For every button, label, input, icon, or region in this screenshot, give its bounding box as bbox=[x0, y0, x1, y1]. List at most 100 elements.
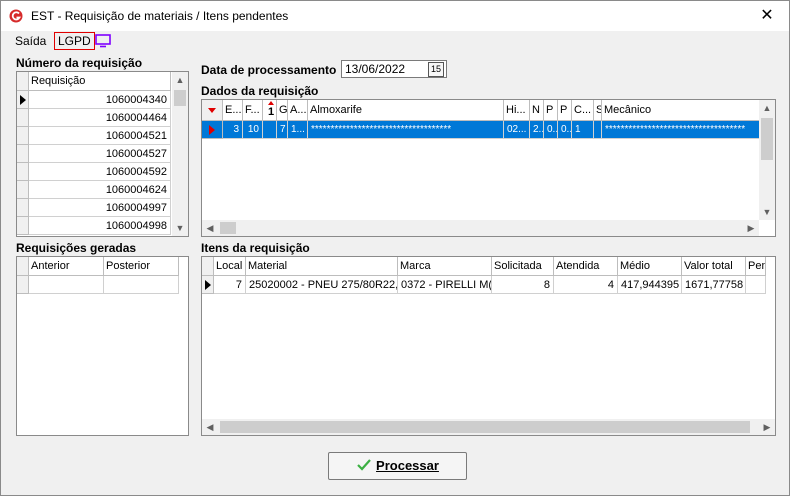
table-row[interactable]: 1060004527 bbox=[29, 145, 171, 163]
cell-anterior[interactable] bbox=[29, 276, 104, 294]
table-row[interactable]: 1060004340 bbox=[29, 91, 171, 109]
scroll-left-icon[interactable]: ◀ bbox=[202, 419, 218, 435]
monitor-icon[interactable] bbox=[95, 34, 111, 48]
scroll-thumb[interactable] bbox=[220, 421, 750, 433]
dados-cell-hi[interactable]: 02... bbox=[504, 121, 530, 139]
col-header-a[interactable]: A... bbox=[288, 100, 308, 121]
data-processamento-input[interactable]: 13/06/2022 15 bbox=[341, 60, 447, 78]
scroll-right-icon[interactable]: ▶ bbox=[759, 419, 775, 435]
dados-cell-a[interactable]: 1... bbox=[288, 121, 308, 139]
indicator-header bbox=[202, 257, 214, 276]
itens-cell-material[interactable]: 25020002 - PNEU 275/80R22, bbox=[246, 276, 398, 294]
col-header-pen[interactable]: Pen bbox=[746, 257, 766, 276]
col-header-almoxarife[interactable]: Almoxarife bbox=[308, 100, 504, 121]
col-header-sort[interactable]: 1 bbox=[263, 100, 277, 121]
col-header-local[interactable]: Local bbox=[214, 257, 246, 276]
scroll-down-icon[interactable]: ▼ bbox=[759, 204, 775, 220]
app-logo-icon bbox=[9, 9, 23, 23]
col-header-f[interactable]: F... bbox=[243, 100, 263, 121]
sort-1-icon[interactable]: 1 bbox=[265, 100, 277, 121]
col-header-anterior[interactable]: Anterior bbox=[29, 257, 104, 276]
dados-cell-p1[interactable]: 0... bbox=[544, 121, 558, 139]
cell-posterior[interactable] bbox=[104, 276, 179, 294]
svg-text:1: 1 bbox=[268, 106, 274, 118]
col-header-hi[interactable]: Hi... bbox=[504, 100, 530, 121]
current-row-arrow-icon bbox=[205, 280, 211, 290]
itens-cell-solicitada[interactable]: 8 bbox=[492, 276, 554, 294]
row-indicator bbox=[17, 181, 29, 199]
col-header-e[interactable]: E... bbox=[223, 100, 243, 121]
table-row[interactable]: 1060004464 bbox=[29, 109, 171, 127]
itens-cell-medio[interactable]: 417,944395 bbox=[618, 276, 682, 294]
col-header-mecanico[interactable]: Mecânico bbox=[602, 100, 762, 121]
dados-cell-n[interactable]: 2... bbox=[530, 121, 544, 139]
col-header-n[interactable]: N bbox=[530, 100, 544, 121]
dados-cell-sort[interactable] bbox=[263, 121, 277, 139]
col-header-requisicao[interactable]: Requisição bbox=[29, 72, 171, 91]
requisicoes-geradas-label: Requisições geradas bbox=[16, 241, 137, 255]
table-row[interactable]: 1060004521 bbox=[29, 127, 171, 145]
col-header-valor-total[interactable]: Valor total bbox=[682, 257, 746, 276]
dados-cell-e[interactable]: 3 bbox=[223, 121, 243, 139]
processar-label: Processar bbox=[376, 458, 439, 473]
title-bar: EST - Requisição de materiais / Itens pe… bbox=[1, 1, 789, 31]
table-row[interactable]: 1060004592 bbox=[29, 163, 171, 181]
requisicoes-geradas-grid: Anterior Posterior bbox=[16, 256, 189, 436]
col-header-g[interactable]: G bbox=[277, 100, 288, 121]
itens-cell-pen[interactable] bbox=[746, 276, 766, 294]
processar-button[interactable]: Processar bbox=[328, 452, 467, 480]
scroll-up-icon[interactable]: ▲ bbox=[759, 100, 775, 116]
itens-hscroll[interactable]: ◀ ▶ bbox=[202, 419, 775, 435]
dados-cell-c[interactable]: 1 bbox=[572, 121, 594, 139]
scroll-thumb[interactable] bbox=[220, 222, 236, 234]
indicator-header bbox=[17, 257, 29, 276]
col-header-marca[interactable]: Marca bbox=[398, 257, 492, 276]
itens-cell-local[interactable]: 7 bbox=[214, 276, 246, 294]
itens-requisicao-label: Itens da requisição bbox=[201, 241, 310, 255]
itens-requisicao-grid: Local Material Marca Solicitada Atendida Médi… bbox=[201, 256, 776, 436]
scroll-thumb[interactable] bbox=[761, 118, 773, 160]
table-row[interactable]: 1060004998 bbox=[29, 217, 171, 235]
itens-cell-atendida[interactable]: 4 bbox=[554, 276, 618, 294]
menu-saida[interactable]: Saída bbox=[15, 34, 46, 48]
itens-cell-marca[interactable]: 0372 - PIRELLI M( bbox=[398, 276, 492, 294]
dados-hscroll[interactable]: ◀ ▶ bbox=[202, 220, 759, 236]
scroll-right-icon[interactable]: ▶ bbox=[743, 220, 759, 236]
calendar-icon[interactable]: 15 bbox=[428, 62, 444, 77]
dados-vscroll[interactable]: ▲ ▼ bbox=[759, 100, 775, 220]
row-indicator bbox=[17, 163, 29, 181]
menu-lgpd[interactable]: LGPD bbox=[54, 32, 95, 50]
itens-cell-valor-total[interactable]: 1671,77758 bbox=[682, 276, 746, 294]
scroll-thumb[interactable] bbox=[174, 90, 186, 106]
dados-cell-g[interactable]: 7 bbox=[277, 121, 288, 139]
dados-cell-s[interactable] bbox=[594, 121, 602, 139]
scroll-down-icon[interactable]: ▼ bbox=[172, 220, 188, 236]
scroll-up-icon[interactable]: ▲ bbox=[172, 72, 188, 88]
dados-cell-f[interactable]: 10 bbox=[243, 121, 263, 139]
close-icon[interactable]: ✕ bbox=[745, 1, 789, 31]
row-indicator bbox=[202, 121, 223, 139]
row-indicator bbox=[17, 91, 29, 109]
col-header-solicitada[interactable]: Solicitada bbox=[492, 257, 554, 276]
col-header-posterior[interactable]: Posterior bbox=[104, 257, 179, 276]
numero-requisicao-label: Número da requisição bbox=[16, 56, 143, 70]
scroll-left-icon[interactable]: ◀ bbox=[202, 220, 218, 236]
table-row[interactable]: 1060004997 bbox=[29, 199, 171, 217]
dados-cell-mecanico[interactable]: ************************************ bbox=[602, 121, 762, 139]
row-indicator bbox=[17, 276, 29, 294]
dados-requisicao-label: Dados da requisição bbox=[201, 84, 319, 98]
col-header-material[interactable]: Material bbox=[246, 257, 398, 276]
col-header-medio[interactable]: Médio bbox=[618, 257, 682, 276]
dados-cell-almoxarife[interactable]: ************************************ bbox=[308, 121, 504, 139]
row-indicator bbox=[17, 199, 29, 217]
numero-vscroll[interactable]: ▲ ▼ bbox=[172, 72, 188, 236]
col-header-c[interactable]: C... bbox=[572, 100, 594, 121]
dados-requisicao-grid: E...F...1GA...AlmoxarifeHi...NPPC...SMec… bbox=[201, 99, 776, 237]
table-row[interactable]: 1060004624 bbox=[29, 181, 171, 199]
dados-cell-p2[interactable]: 0... bbox=[558, 121, 572, 139]
col-header-p1[interactable]: P bbox=[544, 100, 558, 121]
sort-desc-icon[interactable] bbox=[202, 100, 223, 121]
col-header-p2[interactable]: P bbox=[558, 100, 572, 121]
col-header-s[interactable]: S bbox=[594, 100, 602, 121]
col-header-atendida[interactable]: Atendida bbox=[554, 257, 618, 276]
